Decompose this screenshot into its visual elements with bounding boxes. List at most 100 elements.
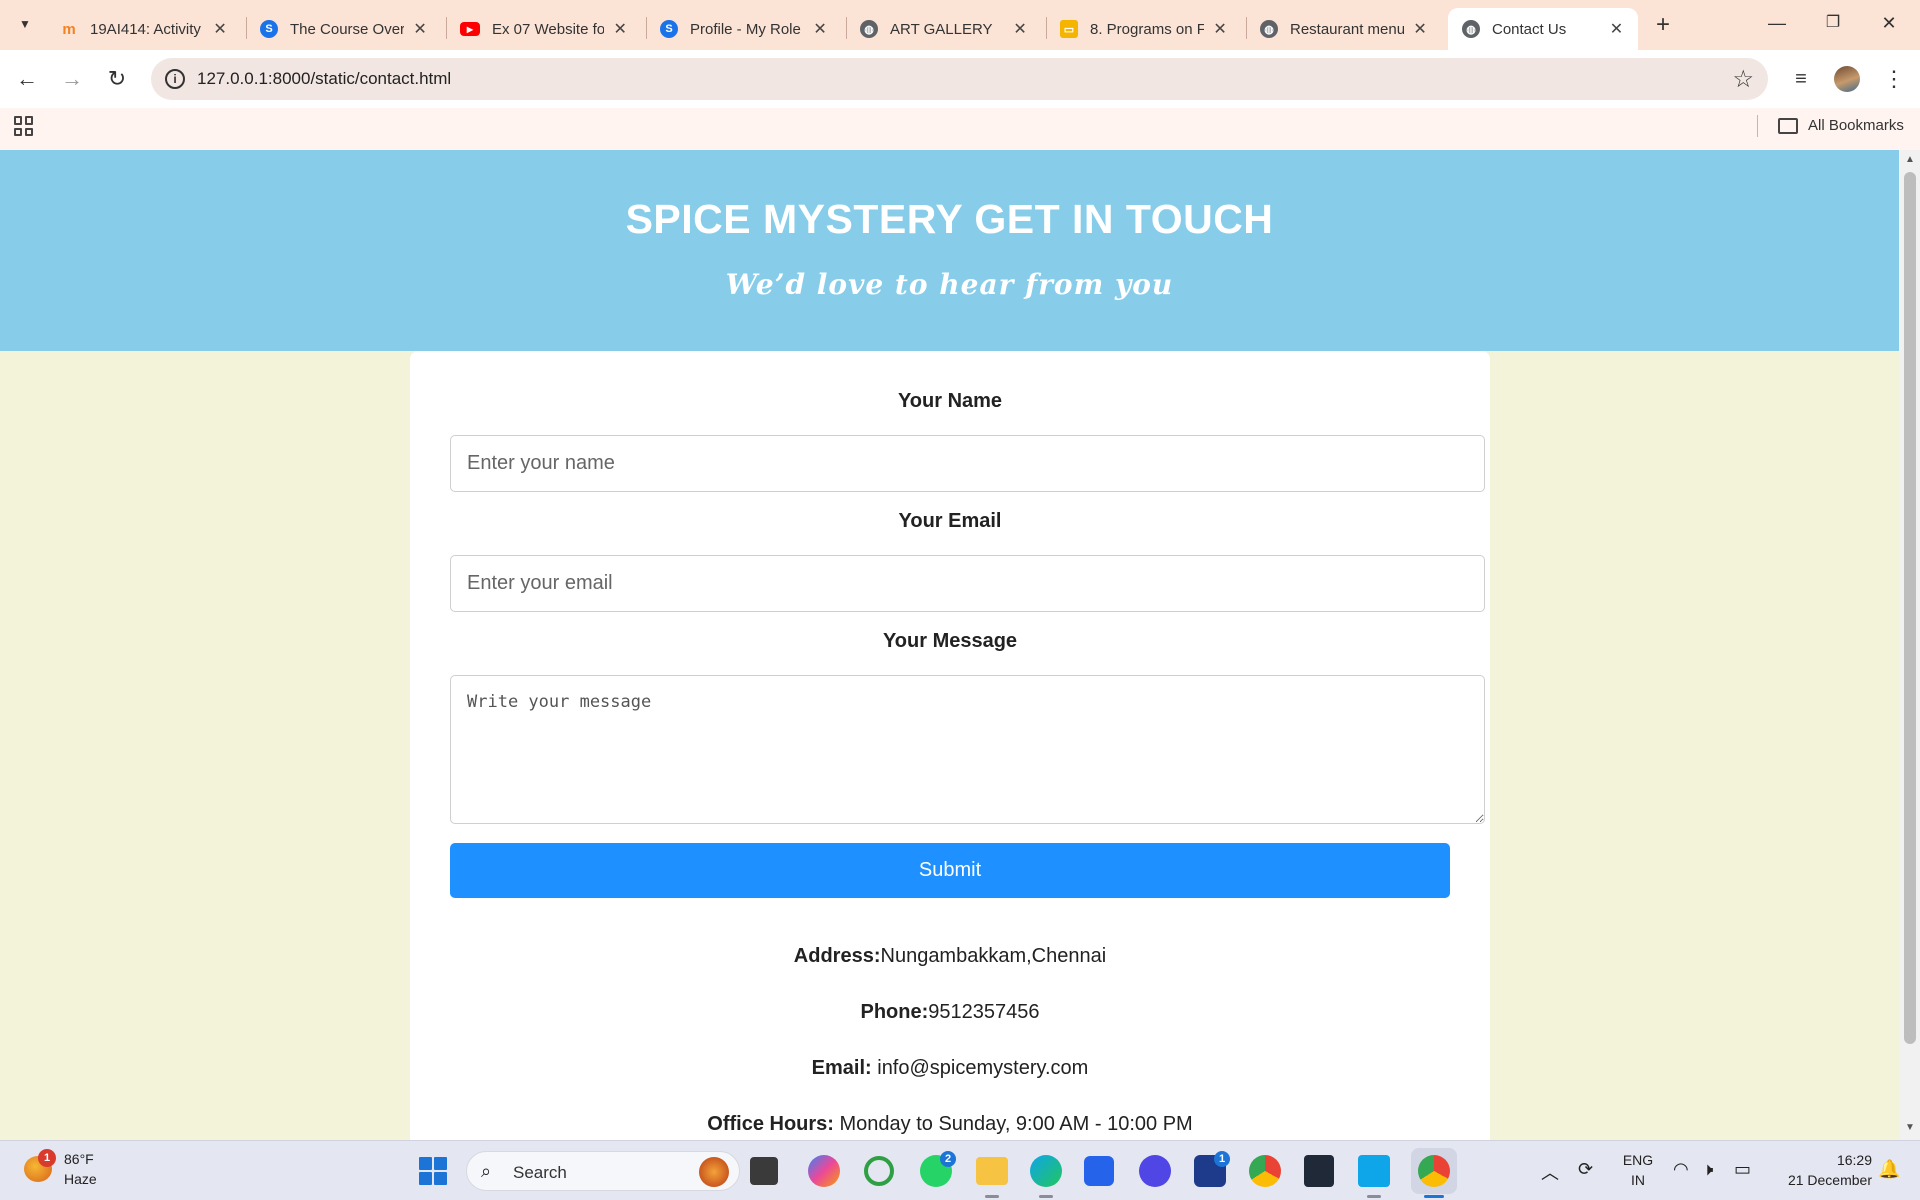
bookmarks-divider <box>1757 115 1758 137</box>
scrollbar-thumb[interactable] <box>1904 172 1916 1044</box>
file-explorer-icon[interactable] <box>976 1157 1008 1185</box>
tab-title: ART GALLERY <box>890 20 993 38</box>
search-icon: ⌕ <box>481 1161 492 1181</box>
name-input[interactable] <box>450 435 1485 492</box>
tab-activity[interactable]: m 19AI414: Activity ✕ <box>46 8 242 50</box>
tab-title: 19AI414: Activity <box>90 20 201 38</box>
email-value: info@spicemystery.com <box>871 1057 1089 1079</box>
tab-course-overview[interactable]: S The Course Overview ✕ <box>246 8 442 50</box>
language-line1[interactable]: ENG <box>1620 1152 1656 1168</box>
apps-grid-icon[interactable] <box>14 116 34 136</box>
phone-line: Phone:9512357456 <box>410 1001 1490 1024</box>
email-label: Your Email <box>898 510 1002 532</box>
contact-form-card: Your Name Your Email Your Message Submit… <box>410 351 1490 1140</box>
url-text[interactable]: 127.0.0.1:8000/static/contact.html <box>197 69 451 89</box>
copilot-icon[interactable] <box>808 1155 840 1187</box>
taskbar: 1 86°F Haze ⌕ Search 2 1 ︿ ⟳ ENG IN ◠ 🕨 … <box>0 1140 1920 1200</box>
scroll-up-arrow-icon[interactable]: ▲ <box>1905 154 1915 165</box>
close-icon[interactable]: ✕ <box>212 19 228 39</box>
all-bookmarks-label: All Bookmarks <box>1808 117 1904 134</box>
tab-programs[interactable]: ▭ 8. Programs on F ✕ <box>1046 8 1242 50</box>
tab-title: Contact Us <box>1492 20 1567 38</box>
close-icon[interactable]: ✕ <box>1609 19 1624 39</box>
browser-toolbar: ← → ↻ i 127.0.0.1:8000/static/contact.ht… <box>0 50 1920 108</box>
restore-icon[interactable]: ❐ <box>1818 8 1848 38</box>
store-icon[interactable] <box>1084 1156 1114 1186</box>
search-highlight-icon <box>699 1157 729 1187</box>
close-icon[interactable]: ✕ <box>1012 19 1028 39</box>
language-line2[interactable]: IN <box>1620 1172 1656 1188</box>
vscode-icon[interactable] <box>1358 1155 1390 1187</box>
tray-chevron-up-icon[interactable]: ︿ <box>1541 1159 1559 1185</box>
windows-start-icon[interactable] <box>419 1157 447 1185</box>
forward-icon[interactable]: → <box>57 64 87 94</box>
close-icon[interactable]: ✕ <box>1212 19 1228 39</box>
minimize-icon[interactable]: — <box>1762 8 1792 38</box>
moodle-icon: m <box>62 20 76 38</box>
running-indicator <box>1039 1195 1053 1198</box>
course-icon: S <box>260 20 278 38</box>
clock-time[interactable]: 16:29 <box>1772 1152 1872 1168</box>
tab-strip: ▼ m 19AI414: Activity ✕ S The Course Ove… <box>0 0 1920 50</box>
all-bookmarks-button[interactable]: All Bookmarks <box>1778 117 1904 134</box>
phone-link-icon[interactable] <box>1304 1155 1334 1187</box>
sync-icon[interactable]: ⟳ <box>1578 1159 1593 1180</box>
volume-muted-icon[interactable]: 🕨 <box>1702 1159 1713 1180</box>
edge-icon[interactable] <box>1030 1155 1062 1187</box>
wifi-icon[interactable]: ◠ <box>1673 1159 1689 1180</box>
tab-art-gallery[interactable]: ◍ ART GALLERY ✕ <box>846 8 1042 50</box>
hours-label: Office Hours: <box>707 1113 834 1135</box>
weather-condition[interactable]: Haze <box>64 1171 97 1187</box>
bookmark-star-icon[interactable]: ☆ <box>1732 65 1754 94</box>
address-bar[interactable]: i 127.0.0.1:8000/static/contact.html ☆ <box>151 58 1768 100</box>
site-info-icon[interactable]: i <box>165 69 185 89</box>
bookmarks-bar <box>0 108 1920 150</box>
close-icon[interactable]: ✕ <box>812 19 828 39</box>
avatar[interactable] <box>1834 66 1860 92</box>
tab-contact-us[interactable]: ◍ Contact Us ✕ <box>1448 8 1638 50</box>
globe-icon: ◍ <box>860 20 878 38</box>
weather-temperature[interactable]: 86°F <box>64 1151 94 1167</box>
page-title: SPICE MYSTERY GET IN TOUCH <box>625 196 1274 242</box>
battery-icon[interactable]: ▭ <box>1734 1159 1751 1180</box>
tab-profile[interactable]: S Profile - My Role ✕ <box>646 8 842 50</box>
menu-kebab-icon[interactable]: ⋮ <box>1879 64 1909 94</box>
tab-restaurant-menu[interactable]: ◍ Restaurant menu ✕ <box>1246 8 1442 50</box>
new-tab-button[interactable]: + <box>1648 11 1678 41</box>
submit-button[interactable]: Submit <box>450 843 1450 898</box>
active-indicator <box>1424 1195 1444 1198</box>
close-icon[interactable]: ✕ <box>412 19 428 39</box>
scroll-down-arrow-icon[interactable]: ▼ <box>1905 1122 1915 1133</box>
clock-date[interactable]: 21 December <box>1772 1172 1872 1188</box>
refresh-app-icon[interactable] <box>864 1156 894 1186</box>
email-info-label: Email: <box>811 1057 872 1079</box>
hours-value: Monday to Sunday, 9:00 AM - 10:00 PM <box>833 1113 1193 1135</box>
chrome-icon[interactable] <box>1249 1155 1281 1187</box>
notification-bell-icon[interactable]: 🔔 <box>1878 1159 1900 1180</box>
taskbar-search[interactable]: ⌕ Search <box>466 1151 740 1191</box>
tab-title: Restaurant menu <box>1290 20 1405 38</box>
address-value: Nungambakkam,Chennai <box>880 945 1107 967</box>
email-input[interactable] <box>450 555 1485 612</box>
close-icon[interactable]: ✕ <box>612 19 628 39</box>
phone-value: 9512357456 <box>928 1001 1040 1023</box>
media-control-icon[interactable]: ≡ <box>1786 64 1816 94</box>
chrome-profile-icon[interactable] <box>1418 1155 1450 1187</box>
hours-line: Office Hours: Monday to Sunday, 9:00 AM … <box>410 1113 1490 1136</box>
app-icon[interactable] <box>1139 1155 1171 1187</box>
back-icon[interactable]: ← <box>12 64 42 94</box>
running-indicator <box>985 1195 999 1198</box>
globe-icon: ◍ <box>1260 20 1278 38</box>
message-textarea[interactable] <box>450 675 1485 824</box>
tab-title: Profile - My Role <box>690 20 801 38</box>
close-icon[interactable]: ✕ <box>1412 19 1428 39</box>
window-close-icon[interactable]: ✕ <box>1874 8 1904 38</box>
task-view-icon[interactable] <box>750 1157 778 1185</box>
tab-search-button[interactable]: ▼ <box>12 11 38 37</box>
tab-youtube[interactable]: ▶ Ex 07 Website for ✕ <box>446 8 642 50</box>
youtube-icon: ▶ <box>460 22 480 36</box>
reload-icon[interactable]: ↻ <box>102 64 132 94</box>
phone-label: Phone: <box>860 1001 929 1023</box>
slides-icon: ▭ <box>1060 20 1078 38</box>
running-indicator <box>1367 1195 1381 1198</box>
